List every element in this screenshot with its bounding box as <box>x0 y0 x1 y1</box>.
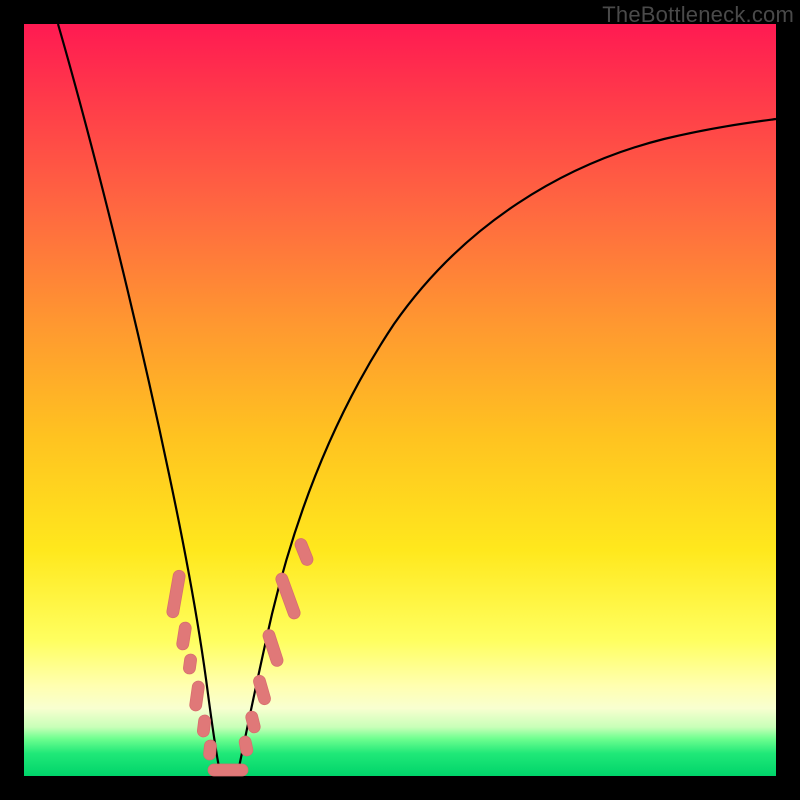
marker <box>183 653 198 674</box>
curve-right-branch <box>238 119 776 772</box>
curve-layer <box>24 24 776 776</box>
plot-area <box>24 24 776 776</box>
chart-frame: TheBottleneck.com <box>0 0 800 800</box>
marker <box>238 735 254 757</box>
marker <box>208 764 248 776</box>
marker <box>166 569 186 618</box>
marker <box>293 537 315 567</box>
marker <box>189 680 205 711</box>
marker <box>176 621 192 651</box>
watermark-text: TheBottleneck.com <box>602 2 794 28</box>
marker <box>203 739 217 760</box>
marker <box>274 571 302 620</box>
marker <box>197 714 212 737</box>
